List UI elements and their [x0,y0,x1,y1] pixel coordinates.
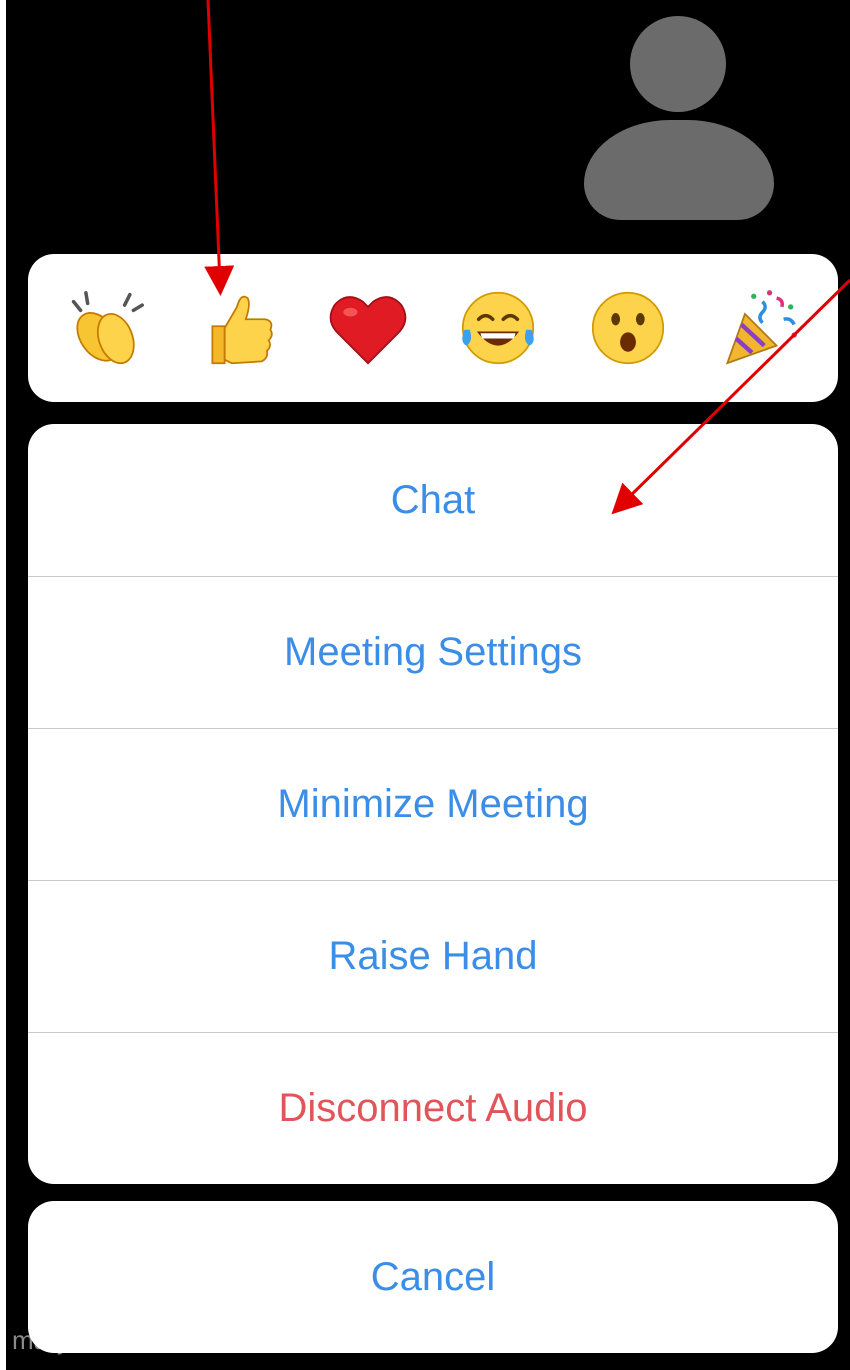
avatar-head [630,16,726,112]
reactions-bar [28,254,838,402]
chat-button[interactable]: Chat [28,424,838,576]
cancel-button[interactable]: Cancel [28,1201,838,1353]
surprised-face-icon[interactable] [580,280,676,376]
participant-avatar-icon [584,16,774,220]
disconnect-audio-button[interactable]: Disconnect Audio [28,1032,838,1184]
party-popper-icon[interactable] [711,280,807,376]
laughing-tears-icon[interactable] [450,280,546,376]
heart-icon[interactable] [320,280,416,376]
meeting-settings-button[interactable]: Meeting Settings [28,576,838,728]
action-menu: Chat Meeting Settings Minimize Meeting R… [28,424,838,1184]
minimize-meeting-button[interactable]: Minimize Meeting [28,728,838,880]
raise-hand-button[interactable]: Raise Hand [28,880,838,1032]
thumbs-up-icon[interactable] [189,280,285,376]
clap-icon[interactable] [59,280,155,376]
avatar-body [584,120,774,220]
meeting-screen: mary anne [6,0,850,1370]
